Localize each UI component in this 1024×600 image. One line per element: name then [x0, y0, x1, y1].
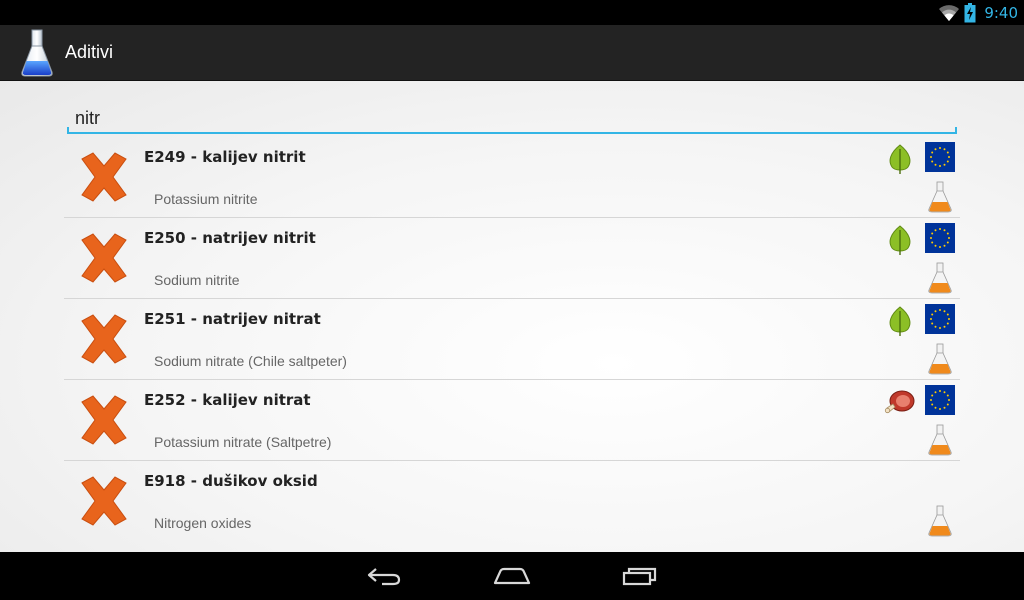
eu-flag-icon — [925, 304, 955, 334]
navigation-bar — [0, 552, 1024, 600]
additive-english-name: Sodium nitrate (Chile saltpeter) — [154, 353, 347, 369]
additive-code: E250 - natrijev nitrit — [144, 229, 316, 247]
home-icon — [493, 567, 531, 585]
recents-icon — [622, 567, 657, 586]
list-item[interactable]: E250 - natrijev nitrit Sodium nitrite — [64, 218, 960, 299]
additive-list: E249 - kalijev nitrit Potassium nitrite — [64, 137, 960, 542]
back-button[interactable] — [354, 560, 414, 592]
battery-charging-icon — [964, 2, 976, 22]
eu-flag-icon — [925, 223, 955, 253]
x-icon — [81, 395, 127, 445]
additive-english-name: Potassium nitrite — [154, 191, 258, 207]
list-item[interactable]: E249 - kalijev nitrit Potassium nitrite — [64, 137, 960, 218]
flask-icon — [928, 343, 952, 375]
back-icon — [367, 568, 401, 586]
additive-code: E252 - kalijev nitrat — [144, 391, 311, 409]
flask-icon — [928, 505, 952, 537]
leaf-icon — [889, 306, 911, 336]
eu-flag-icon — [925, 142, 955, 172]
recents-button[interactable] — [610, 560, 670, 592]
app-title: Aditivi — [65, 42, 114, 62]
status-time: 9:40 — [984, 3, 1018, 22]
flask-icon — [928, 424, 952, 456]
leaf-icon — [889, 225, 911, 255]
meat-icon — [884, 390, 915, 414]
search-box — [67, 101, 957, 134]
additive-english-name: Sodium nitrite — [154, 272, 240, 288]
additive-code: E251 - natrijev nitrat — [144, 310, 321, 328]
list-item[interactable]: E251 - natrijev nitrat Sodium nitrate (C… — [64, 299, 960, 380]
home-button[interactable] — [482, 560, 542, 592]
wifi-icon — [939, 4, 960, 21]
status-icons: 9:40 — [938, 0, 1018, 25]
flask-icon — [928, 262, 952, 294]
flask-icon — [928, 181, 952, 213]
app-flask-icon[interactable] — [20, 28, 54, 78]
x-icon — [81, 152, 127, 202]
leaf-icon — [889, 144, 911, 174]
status-bar: 9:40 — [0, 0, 1024, 25]
search-input[interactable] — [75, 105, 935, 131]
additive-code: E249 - kalijev nitrit — [144, 148, 306, 166]
x-icon — [81, 476, 127, 526]
search-edge-right — [955, 127, 957, 134]
search-edge-left — [67, 127, 69, 134]
content-area: E249 - kalijev nitrit Potassium nitrite — [0, 81, 1024, 552]
x-icon — [81, 233, 127, 283]
list-item[interactable]: E918 - dušikov oksid Nitrogen oxides — [64, 461, 960, 542]
eu-flag-icon — [925, 385, 955, 415]
additive-english-name: Nitrogen oxides — [154, 515, 252, 531]
additive-english-name: Potassium nitrate (Saltpetre) — [154, 434, 332, 450]
x-icon — [81, 314, 127, 364]
additive-code: E918 - dušikov oksid — [144, 472, 318, 490]
list-item[interactable]: E252 - kalijev nitrat Potassium nitrate … — [64, 380, 960, 461]
action-bar: Aditivi — [0, 25, 1024, 81]
